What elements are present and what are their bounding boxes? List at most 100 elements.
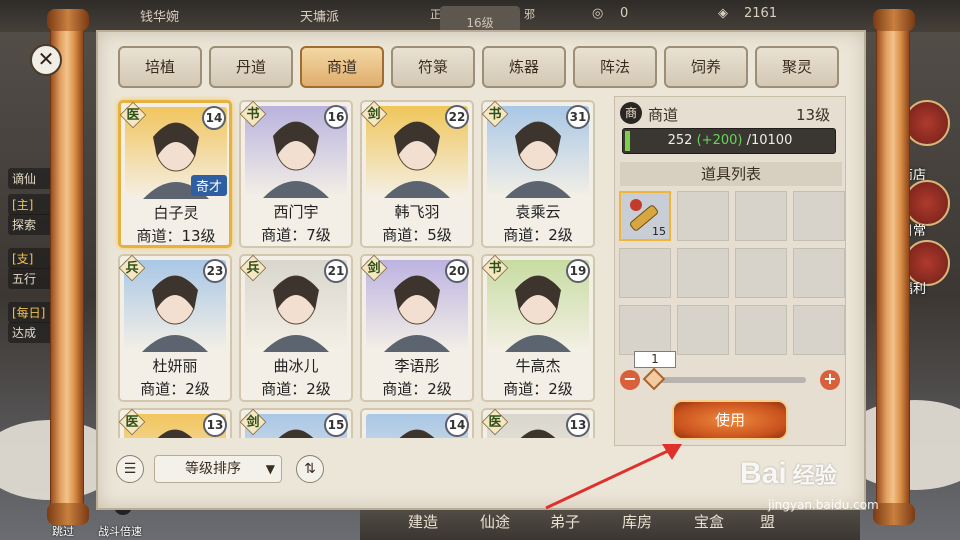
tab-3[interactable]: 符箓: [391, 46, 475, 88]
disciple-card[interactable]: 兵 21 曲冰儿商道：2级: [239, 254, 353, 402]
left-quest-panel: 谪仙 [主] 探索 [支] 五行 [每日] 达成: [0, 120, 56, 440]
nav-box[interactable]: 宝盒: [694, 511, 724, 532]
disciple-card[interactable]: 书 19 牛高杰 商道：2级: [481, 254, 595, 402]
realm-level-badge: 16级: [440, 6, 520, 32]
item-slot[interactable]: [735, 305, 787, 355]
currency-2: 2161: [744, 6, 778, 21]
tab-6[interactable]: 饲养: [664, 46, 748, 88]
tab-5[interactable]: 阵法: [573, 46, 657, 88]
tab-7[interactable]: 聚灵: [755, 46, 839, 88]
level-badge: 14: [202, 106, 226, 130]
side-left-3[interactable]: [支]: [8, 248, 56, 269]
tab-1[interactable]: 丹道: [209, 46, 293, 88]
use-button[interactable]: 使用: [672, 400, 788, 440]
tab-4[interactable]: 炼器: [482, 46, 566, 88]
disciple-card[interactable]: 书 16 西门宇 商道：7级: [239, 100, 353, 248]
side-left-6[interactable]: 达成: [8, 322, 56, 343]
sort-dropdown[interactable]: 等级排序 ▼: [154, 455, 282, 483]
minus-icon[interactable]: −: [620, 370, 640, 390]
disciple-name: 韩飞羽: [394, 203, 440, 221]
exp-current: 252: [667, 133, 693, 148]
level-badge: 19: [566, 259, 590, 283]
level-badge: 15: [324, 413, 348, 437]
currency-1: 0: [620, 6, 629, 21]
side-left-4[interactable]: 五行: [8, 268, 56, 289]
class-badge: 剑: [367, 261, 381, 276]
hotkey-x-label: 战斗倍速: [98, 525, 142, 538]
tab-0[interactable]: 培植: [118, 46, 202, 88]
plus-icon[interactable]: +: [820, 370, 840, 390]
item-slot[interactable]: [619, 305, 671, 355]
level-badge: 20: [445, 259, 469, 283]
class-badge: 书: [488, 261, 502, 276]
exp-max: /10100: [746, 133, 793, 148]
sort-order-toggle-icon[interactable]: ⇅: [296, 455, 324, 483]
tab-2[interactable]: 商道: [300, 46, 384, 88]
level-badge: 13: [566, 413, 590, 437]
item-slot[interactable]: [677, 191, 729, 241]
exp-progress-bar: 252 (+200) /10100: [622, 128, 836, 154]
item-slot[interactable]: [793, 305, 845, 355]
disciple-card[interactable]: 剑 22 韩飞羽 商道：5级: [360, 100, 474, 248]
disciple-name: 牛高杰: [515, 357, 561, 375]
class-badge: 兵: [125, 261, 139, 276]
item-slot[interactable]: [793, 248, 845, 298]
disciple-name: 杜妍丽: [152, 357, 198, 375]
disciple-skill-level: 商道：2级: [382, 380, 452, 398]
items-title: 道具列表: [620, 162, 842, 186]
class-badge: 医: [126, 108, 140, 123]
nav-path[interactable]: 仙途: [480, 511, 510, 532]
quantity-slider[interactable]: [652, 377, 806, 383]
scroll-rod-left: [47, 9, 89, 525]
item-slot[interactable]: [735, 248, 787, 298]
disciple-skill-level: 商道：2级: [261, 380, 331, 398]
side-left-2[interactable]: 探索: [8, 214, 56, 235]
class-badge: 剑: [246, 415, 260, 430]
disciple-name: 白子灵: [153, 204, 199, 222]
disciple-card[interactable]: 14: [360, 408, 474, 438]
disciple-card[interactable]: 医 14 奇才 白子灵 商道：13级: [118, 100, 232, 248]
level-badge: 13: [203, 413, 227, 437]
disciple-name: 曲冰儿: [273, 357, 319, 375]
watermark-url: jingyan.baidu.com: [768, 498, 879, 512]
side-left-5[interactable]: [每日]: [8, 302, 56, 323]
level-badge: 21: [324, 259, 348, 283]
nav-build[interactable]: 建造: [408, 511, 438, 532]
class-badge: 书: [246, 107, 260, 122]
disciple-card[interactable]: 书 31 袁乘云 商道：2级: [481, 100, 595, 248]
class-badge: 兵: [246, 261, 260, 276]
item-quantity: 15: [652, 225, 666, 238]
nav-alliance[interactable]: 盟: [760, 511, 775, 532]
level-badge: 16: [324, 105, 348, 129]
disciple-card[interactable]: 剑 15: [239, 408, 353, 438]
disciple-card[interactable]: 医 13: [481, 408, 595, 438]
item-slot[interactable]: [735, 191, 787, 241]
item-slot[interactable]: [677, 248, 729, 298]
disciple-name: 袁乘云: [515, 203, 561, 221]
item-slot[interactable]: 15: [619, 191, 671, 241]
class-badge: 剑: [367, 107, 381, 122]
disciple-card[interactable]: 剑 20 李语彤 商道：2级: [360, 254, 474, 402]
item-slot[interactable]: [677, 305, 729, 355]
talent-tag: 奇才: [190, 175, 227, 196]
gem-icon: ◈: [718, 6, 728, 21]
skill-tabs: 培植 丹道 商道 符箓 炼器 阵法 饲养 聚灵: [118, 46, 844, 90]
level-badge: 23: [203, 259, 227, 283]
disciple-grid[interactable]: 医 14 奇才 白子灵 商道：13级书 16 西门宇 商道：7级剑 22 韩飞羽 商道：5级书 31 袁…: [110, 96, 606, 438]
filter-list-icon[interactable]: ☰: [116, 455, 144, 483]
quantity-display[interactable]: 1: [634, 351, 676, 368]
side-left-1[interactable]: [主]: [8, 194, 56, 215]
shop-button[interactable]: [904, 100, 950, 146]
disciple-card[interactable]: 兵 23 杜妍丽 商道：2级: [118, 254, 232, 402]
class-badge: 医: [488, 415, 502, 430]
item-slot[interactable]: [793, 191, 845, 241]
chevron-down-icon: ▼: [265, 462, 275, 476]
side-left-0[interactable]: 谪仙: [8, 168, 56, 189]
disciple-skill-level: 商道：2级: [503, 226, 573, 244]
close-icon[interactable]: ✕: [30, 44, 62, 76]
scroll-rod-right: [873, 9, 915, 525]
coin-icon: ◎: [592, 6, 604, 21]
item-slot[interactable]: [619, 248, 671, 298]
disciple-card[interactable]: 医 13: [118, 408, 232, 438]
level-badge: 22: [445, 105, 469, 129]
